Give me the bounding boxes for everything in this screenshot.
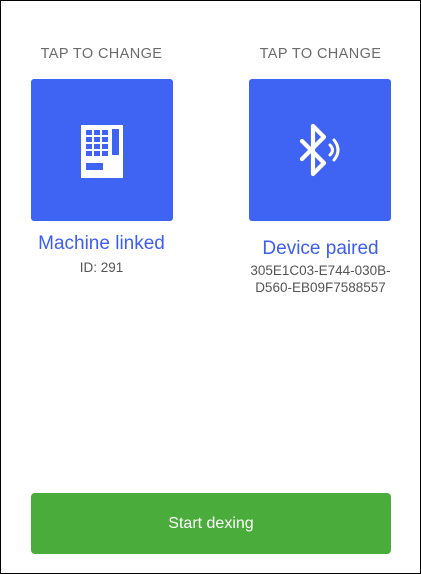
change-machine-button[interactable] xyxy=(31,79,173,221)
bluetooth-icon xyxy=(299,123,340,177)
vending-machine-icon xyxy=(81,125,123,178)
machine-caption: TAP TO CHANGE xyxy=(40,46,163,62)
device-caption: TAP TO CHANGE xyxy=(259,46,382,62)
device-uuid: 305E1C03-E744-030B- D560-EB09F7588557 xyxy=(220,262,420,296)
start-dexing-button[interactable]: Start dexing xyxy=(31,493,391,554)
machine-id: ID: 291 xyxy=(1,259,202,276)
machine-status: Machine linked xyxy=(38,233,165,254)
machine-id-label: ID: 291 xyxy=(79,260,124,275)
device-status: Device paired xyxy=(262,238,379,259)
screen: TAP TO CHANGE TAP TO CHANGE Machine link… xyxy=(0,0,421,574)
device-uuid-line-2: D560-EB09F7588557 xyxy=(255,280,386,295)
change-device-button[interactable] xyxy=(249,79,391,221)
device-uuid-line-1: 305E1C03-E744-030B- xyxy=(250,263,391,278)
